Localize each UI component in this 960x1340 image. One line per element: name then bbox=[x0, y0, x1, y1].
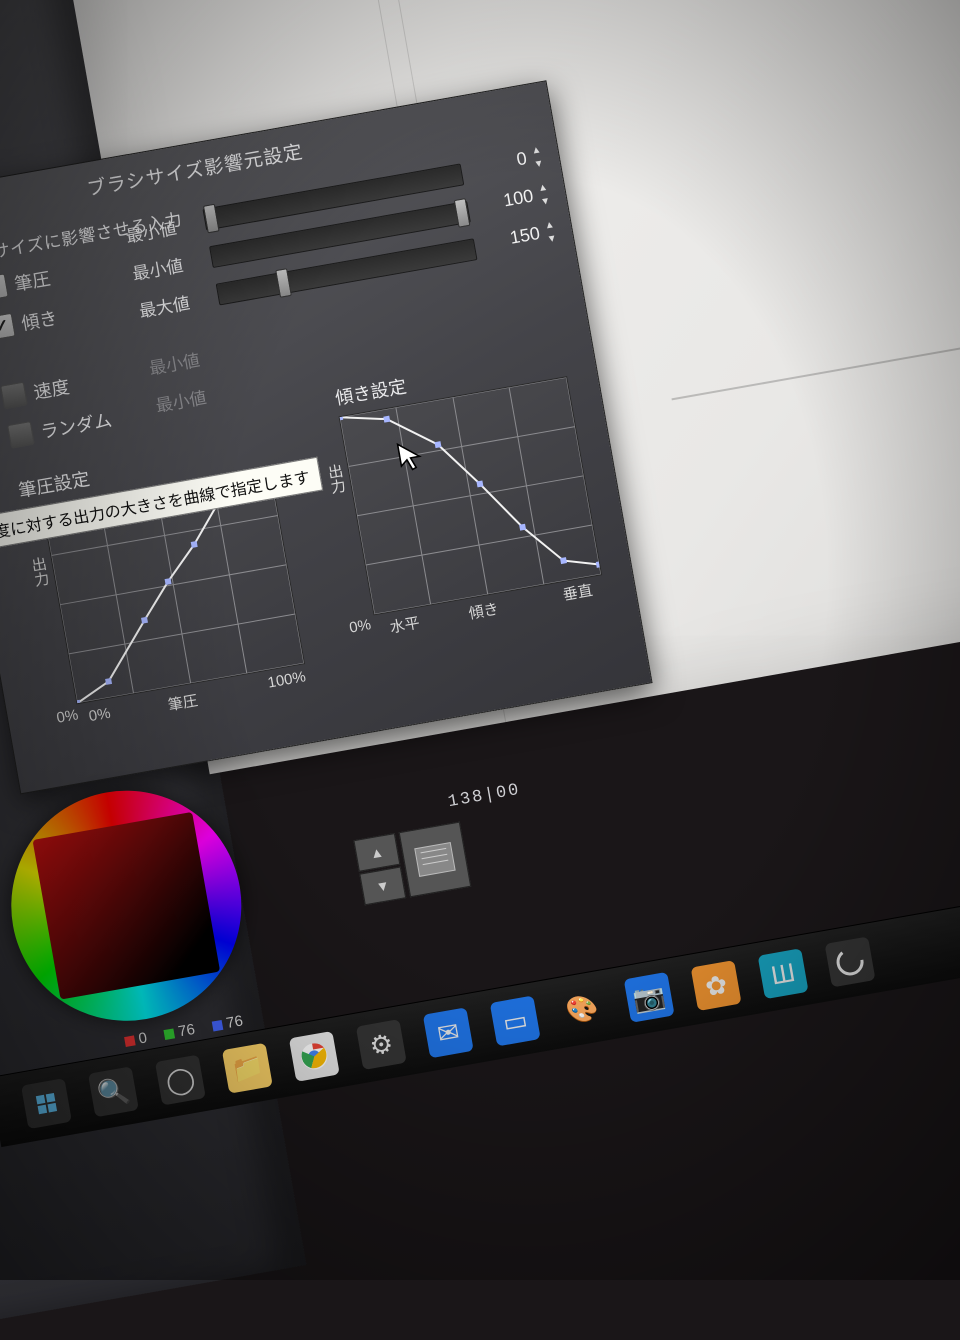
status-coordinates: 138|00 bbox=[447, 781, 522, 812]
param3-spinner[interactable]: ▲▼ bbox=[544, 219, 562, 245]
param2-spinner[interactable]: ▲▼ bbox=[537, 182, 555, 208]
pressure-checkbox[interactable]: ✓ bbox=[0, 273, 9, 301]
pressure-x-min: 0% bbox=[87, 705, 111, 726]
source-random-row: ᗲ ✓ ランダム bbox=[0, 406, 114, 454]
tilt-x-end: 垂直 bbox=[561, 579, 594, 605]
pressure-y-label: 出力 bbox=[27, 555, 53, 588]
tilt-y-min: 0% bbox=[348, 616, 372, 637]
tilt-y-label: 出力 bbox=[323, 462, 349, 495]
taskbar-media-icon[interactable]: ▭ bbox=[490, 995, 541, 1046]
param1-spinner[interactable]: ▲▼ bbox=[531, 145, 549, 171]
taskbar-photos-icon[interactable]: ✿ bbox=[691, 960, 742, 1011]
taskbar-start-icon[interactable] bbox=[21, 1078, 72, 1129]
taskbar-mail-icon[interactable]: ✉ bbox=[423, 1007, 474, 1058]
taskbar-chrome-icon[interactable] bbox=[289, 1031, 340, 1082]
param5-label: 最小値 bbox=[154, 383, 209, 416]
param2-label: 最小値 bbox=[130, 251, 185, 284]
tilt-graph-title: 傾き設定 bbox=[333, 372, 408, 410]
random-label: ランダム bbox=[38, 406, 113, 444]
tilt-label: 傾き bbox=[19, 304, 59, 336]
taskbar-paint-icon[interactable]: 🎨 bbox=[557, 984, 608, 1035]
scroll-down-button[interactable]: ▼ bbox=[359, 867, 406, 906]
taskbar-clipstudio-icon[interactable] bbox=[825, 936, 876, 987]
tilt-x-start: 水平 bbox=[388, 612, 421, 638]
pressure-graph-title: 筆圧設定 bbox=[16, 465, 91, 503]
param3-label: 最大値 bbox=[137, 289, 192, 322]
taskbar-search-icon[interactable]: 🔍 bbox=[88, 1066, 139, 1117]
scroll-up-button[interactable]: ▲ bbox=[353, 833, 400, 872]
pressure-label: 筆圧 bbox=[12, 265, 52, 297]
source-speed-row: ᗺ ✓ 速度 bbox=[0, 373, 71, 415]
speed-label: 速度 bbox=[31, 373, 71, 405]
tilt-checkbox[interactable]: ✓ bbox=[0, 313, 16, 341]
taskbar-explorer-icon[interactable]: 📁 bbox=[222, 1043, 273, 1094]
navigator-thumb[interactable] bbox=[399, 822, 472, 898]
taskbar-settings-icon[interactable]: ⚙ bbox=[356, 1019, 407, 1070]
random-checkbox[interactable]: ✓ bbox=[7, 421, 35, 449]
random-glyph-icon: ᗲ bbox=[0, 430, 3, 451]
color-wheel-indicator[interactable] bbox=[58, 976, 79, 997]
tilt-x-mid: 傾き bbox=[467, 598, 500, 624]
param1-value[interactable]: 0 bbox=[466, 148, 529, 179]
param4-label: 最小値 bbox=[147, 346, 202, 379]
pressure-x-max: 100% bbox=[266, 668, 307, 691]
source-pressure-row: ↓ ✓ 筆圧 bbox=[0, 265, 52, 307]
pressure-y-min: 0% bbox=[55, 706, 79, 727]
source-tilt-row: ᓀ ✓ 傾き bbox=[0, 304, 59, 346]
speed-checkbox[interactable]: ✓ bbox=[0, 382, 28, 410]
taskbar-camera-icon[interactable]: 📷 bbox=[624, 972, 675, 1023]
tilt-graph[interactable] bbox=[339, 376, 603, 615]
param2-value[interactable]: 100 bbox=[472, 185, 535, 216]
taskbar-cortana-icon[interactable]: ◯ bbox=[155, 1055, 206, 1106]
param3-value[interactable]: 150 bbox=[479, 223, 542, 254]
brush-size-dynamics-dialog: ブラシサイズ影響元設定 ブラシサイズに影響させる入力 ↓ ✓ 筆圧 ᓀ ✓ 傾き… bbox=[0, 80, 653, 794]
taskbar-wacom-icon[interactable]: Ш bbox=[758, 948, 809, 999]
pressure-x-label: 筆圧 bbox=[166, 689, 199, 715]
